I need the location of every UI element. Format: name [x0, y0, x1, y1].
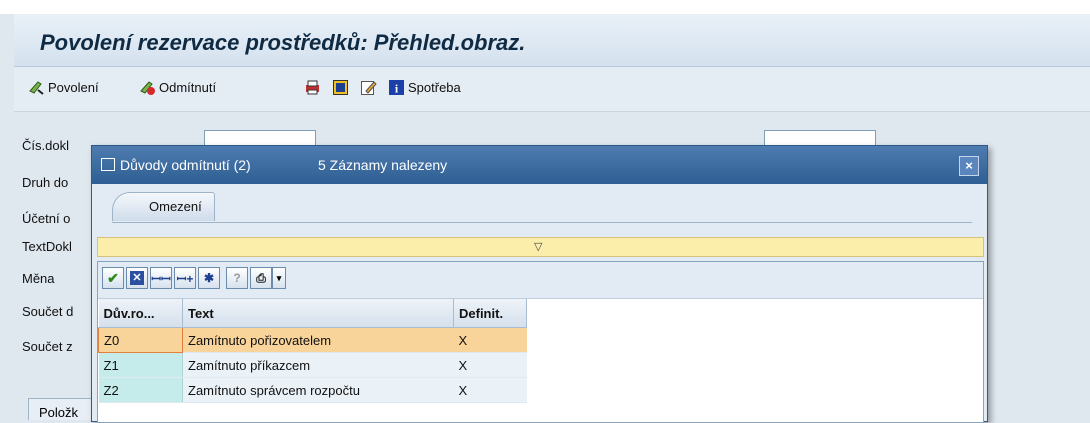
- settings-button[interactable]: ✱: [198, 267, 220, 289]
- tab-restrictions[interactable]: Omezení: [112, 192, 215, 221]
- row-definition[interactable]: X: [453, 352, 527, 378]
- reject-button[interactable]: Odmítnutí: [139, 79, 216, 96]
- print-button[interactable]: [304, 79, 321, 96]
- table-row[interactable]: Z2 Zamítnuto správcem rozpočtu X: [98, 377, 527, 403]
- approve-label: Povolení: [48, 80, 99, 95]
- info-icon: i: [389, 80, 404, 96]
- settings-icon: ✱: [203, 271, 215, 285]
- find-button[interactable]: ꟷꟷ: [150, 267, 172, 289]
- consumption-label: Spotřeba: [408, 80, 461, 95]
- close-button[interactable]: ×: [959, 156, 979, 176]
- top-strip: [0, 0, 1090, 14]
- doc-type-label: Druh do: [22, 175, 69, 190]
- approve-button[interactable]: Povolení: [28, 79, 99, 96]
- popup-icon: [101, 158, 115, 171]
- title-bar: Povolení rezervace prostředků: Přehled.o…: [14, 14, 1090, 67]
- sum-debit-label: Součet d: [22, 304, 74, 319]
- tab-items[interactable]: Položk: [28, 398, 98, 420]
- row-definition[interactable]: X: [453, 327, 527, 353]
- consumption-button[interactable]: i Spotřeba: [388, 79, 461, 96]
- printer-icon: ⎙: [256, 270, 266, 285]
- row-code[interactable]: Z0: [98, 327, 183, 353]
- print-list-button[interactable]: ⎙: [250, 267, 272, 289]
- reject-reasons-dialog: Důvody odmítnutí (2) 5 Záznamy nalezeny …: [91, 145, 988, 423]
- restrictions-toggle-bar[interactable]: ▽: [97, 237, 984, 257]
- dialog-tab-strip: Omezení: [112, 192, 972, 223]
- binoculars-icon: ꟷꟷ: [151, 271, 171, 286]
- check-icon: ✔: [107, 269, 119, 286]
- edit-icon: [361, 81, 377, 95]
- dialog-record-count: 5 Záznamy nalezeny: [318, 157, 448, 173]
- print-icon: [306, 80, 319, 95]
- hit-list-panel: ✔ ✕ ꟷꟷ ꟷ+ ✱ ? ⎙ ▾ Dův.ro... Text Definit…: [97, 261, 984, 423]
- reject-label: Odmítnutí: [159, 80, 217, 95]
- details-icon: [333, 80, 348, 95]
- doc-number-label: Čís.dokl: [22, 138, 69, 153]
- cancel-button[interactable]: ✕: [126, 267, 148, 289]
- application-toolbar: Povolení Odmítnutí i Spotřeba: [14, 67, 1090, 112]
- table-header-row: Dův.ro... Text Definit.: [98, 299, 527, 328]
- currency-label: Měna: [22, 271, 55, 286]
- sum-credit-label: Součet z: [22, 339, 73, 354]
- col-header-text[interactable]: Text: [182, 299, 454, 328]
- edit-button[interactable]: [360, 79, 377, 96]
- print-menu-button[interactable]: ▾: [272, 267, 286, 289]
- dropdown-icon: ▾: [276, 272, 282, 283]
- reject-icon: [140, 81, 155, 95]
- row-definition[interactable]: X: [453, 377, 527, 403]
- row-code[interactable]: Z1: [98, 352, 183, 378]
- row-text[interactable]: Zamítnuto příkazcem: [182, 352, 454, 378]
- details-button[interactable]: [332, 79, 349, 96]
- help-button[interactable]: ?: [226, 267, 248, 289]
- close-icon: ✕: [130, 271, 144, 285]
- approve-icon: [29, 81, 44, 95]
- table-row[interactable]: Z0 Zamítnuto pořizovatelem X: [98, 327, 527, 353]
- doc-text-label: TextDokl: [22, 239, 72, 254]
- col-header-definition[interactable]: Definit.: [453, 299, 527, 328]
- find-next-button[interactable]: ꟷ+: [174, 267, 196, 289]
- reasons-table: Dův.ro... Text Definit. Z0 Zamítnuto poř…: [98, 299, 527, 403]
- row-code[interactable]: Z2: [98, 377, 183, 403]
- row-text[interactable]: Zamítnuto pořizovatelem: [182, 327, 454, 353]
- list-toolbar: ✔ ✕ ꟷꟷ ꟷ+ ✱ ? ⎙ ▾: [98, 262, 983, 299]
- chevron-down-icon[interactable]: ▽: [534, 240, 542, 253]
- binoculars-plus-icon: ꟷ+: [176, 271, 194, 286]
- dialog-title-bar: Důvody odmítnutí (2) 5 Záznamy nalezeny …: [92, 146, 987, 184]
- table-row[interactable]: Z1 Zamítnuto příkazcem X: [98, 352, 527, 378]
- page-title: Povolení rezervace prostředků: Přehled.o…: [40, 30, 526, 55]
- confirm-button[interactable]: ✔: [102, 267, 124, 289]
- accounting-label: Účetní o: [22, 211, 71, 226]
- dialog-title: Důvody odmítnutí (2): [120, 157, 251, 173]
- row-text[interactable]: Zamítnuto správcem rozpočtu: [182, 377, 454, 403]
- col-header-code[interactable]: Dův.ro...: [98, 299, 183, 328]
- help-icon: ?: [233, 271, 241, 285]
